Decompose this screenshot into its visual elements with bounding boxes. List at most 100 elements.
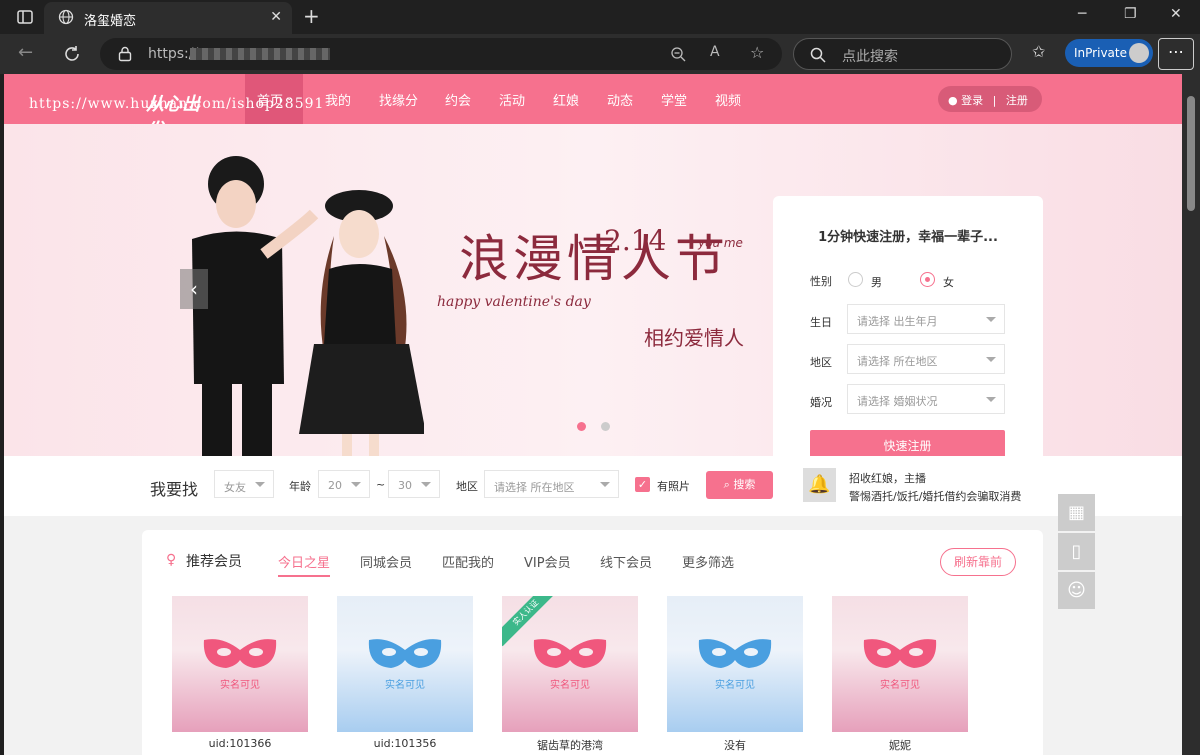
search-button[interactable]: ⌕ 搜索 xyxy=(706,471,773,499)
photo-label: 有照片 xyxy=(657,480,690,493)
recommend-title: 推荐会员 xyxy=(186,554,242,570)
age-max-value: 30 xyxy=(398,479,412,492)
carousel-prev-button[interactable]: ‹ xyxy=(180,269,208,309)
mask-label: 实名可见 xyxy=(880,680,920,691)
member-name[interactable]: uid:101356 xyxy=(337,737,473,750)
browser-search-box[interactable]: 点此搜索 xyxy=(793,38,1012,70)
mask-icon xyxy=(533,639,607,668)
customer-service-icon[interactable]: ☺ xyxy=(1058,572,1095,609)
area-label: 地区 xyxy=(810,356,832,369)
carousel-dot[interactable] xyxy=(601,422,610,431)
mask-icon xyxy=(368,639,442,668)
member-card[interactable]: 实人认证 实名可见 xyxy=(502,596,638,732)
banner-subtitle: 相约爱情人 xyxy=(644,326,744,350)
tab-vip[interactable]: VIP会员 xyxy=(524,552,571,571)
search-area-select[interactable]: 请选择 所在地区 xyxy=(484,470,619,498)
search-icon xyxy=(810,47,826,63)
mask-label: 实名可见 xyxy=(715,680,755,691)
nav-item-mine[interactable]: 我的 xyxy=(325,90,351,109)
tab-title: 洛玺婚恋 xyxy=(84,14,137,29)
nav-item-school[interactable]: 学堂 xyxy=(661,90,687,109)
scrollbar-thumb[interactable] xyxy=(1187,96,1195,211)
address-bar[interactable]: https://ww A ☆ xyxy=(100,38,782,70)
nav-item-home[interactable]: 首页 xyxy=(257,90,283,109)
notice-warning[interactable]: 警惕酒托/饭托/婚托借约会骗取消费 xyxy=(849,488,1021,504)
chevron-down-icon xyxy=(986,397,996,402)
tab-today-star[interactable]: 今日之星 xyxy=(278,552,331,577)
age-separator: ~ xyxy=(376,478,386,491)
member-name[interactable]: 妮妮 xyxy=(832,737,968,753)
login-link[interactable]: 登录 xyxy=(961,94,983,107)
age-min-select[interactable]: 20 xyxy=(318,470,370,498)
area-select[interactable]: 请选择 所在地区 xyxy=(847,344,1005,374)
zoom-icon[interactable] xyxy=(670,46,686,62)
lock-icon xyxy=(118,46,132,62)
mobile-icon[interactable]: ▯ xyxy=(1058,533,1095,570)
favorite-star-icon[interactable]: ☆ xyxy=(750,43,764,62)
favorites-icon[interactable]: ✩ xyxy=(1032,42,1045,61)
avatar xyxy=(1129,43,1149,63)
notice-recruit[interactable]: 招收红娘，主播 xyxy=(849,470,926,486)
tab-offline[interactable]: 线下会员 xyxy=(600,552,652,571)
login-register-pill: ● 登录 | 注册 xyxy=(938,86,1042,112)
back-icon[interactable]: ← xyxy=(18,42,33,63)
member-card[interactable]: 实名可见 xyxy=(172,596,308,732)
nav-item-find[interactable]: 找缘分 xyxy=(379,90,418,109)
qr-code-icon[interactable]: ▦ xyxy=(1058,494,1095,531)
age-max-select[interactable]: 30 xyxy=(388,470,440,498)
member-name[interactable]: 没有 xyxy=(667,737,803,753)
refresh-icon[interactable] xyxy=(62,44,82,64)
area-placeholder: 请选择 所在地区 xyxy=(857,355,938,368)
tab-same-city[interactable]: 同城会员 xyxy=(360,552,412,571)
restore-icon[interactable]: ❐ xyxy=(1124,6,1137,22)
birthday-select[interactable]: 请选择 出生年月 xyxy=(847,304,1005,334)
minimize-icon[interactable]: ─ xyxy=(1078,6,1086,22)
radio-female[interactable] xyxy=(920,272,935,287)
read-aloud-icon[interactable]: A xyxy=(710,44,720,60)
photo-checkbox[interactable]: ✓ xyxy=(635,477,650,492)
nav-item-activity[interactable]: 活动 xyxy=(499,90,525,109)
register-link[interactable]: 注册 xyxy=(1006,94,1028,107)
chevron-down-icon: ⌄ xyxy=(285,92,294,103)
refresh-button[interactable]: 刷新靠前 xyxy=(940,548,1016,576)
mask-icon xyxy=(698,639,772,668)
chevron-down-icon xyxy=(600,482,610,487)
tab-actions-icon[interactable] xyxy=(16,8,34,26)
nav-item-date[interactable]: 约会 xyxy=(445,90,471,109)
tab-match-me[interactable]: 匹配我的 xyxy=(442,552,494,571)
nav-item-video[interactable]: 视频 xyxy=(715,90,741,109)
nav-item-moments[interactable]: 动态 xyxy=(607,90,633,109)
member-name[interactable]: uid:101366 xyxy=(172,737,308,750)
wechat-icon: ● xyxy=(948,94,958,107)
more-menu-icon[interactable]: ⋯ xyxy=(1158,38,1194,70)
radio-male[interactable] xyxy=(848,272,863,287)
globe-icon xyxy=(58,9,74,25)
member-card[interactable]: 实名可见 xyxy=(667,596,803,732)
member-name[interactable]: 锯齿草的港湾 xyxy=(502,737,638,753)
carousel-dot-active[interactable] xyxy=(577,422,586,431)
browser-tab[interactable]: 洛玺婚恋 ✕ xyxy=(44,2,292,34)
search-title: 我要找 xyxy=(150,480,199,499)
marital-select[interactable]: 请选择 婚姻状况 xyxy=(847,384,1005,414)
member-card[interactable]: 实名可见 xyxy=(832,596,968,732)
nav-item-matchmaker[interactable]: 红娘 xyxy=(553,90,579,109)
member-card[interactable]: 实名可见 xyxy=(337,596,473,732)
mask-label: 实名可见 xyxy=(550,680,590,691)
url-blur xyxy=(190,48,330,60)
close-tab-icon[interactable]: ✕ xyxy=(270,9,282,25)
target-select[interactable]: 女友 xyxy=(214,470,274,498)
new-tab-icon[interactable]: + xyxy=(303,4,320,28)
page-viewport: 从心出发 https://www.huzhan.com/ishop28591 首… xyxy=(4,74,1182,755)
window-close-icon[interactable]: ✕ xyxy=(1170,6,1182,22)
scrollbar[interactable] xyxy=(1182,74,1200,755)
banner-title: 浪漫情人节 xyxy=(459,230,729,288)
chevron-down-icon xyxy=(421,482,431,487)
tab-more-filter[interactable]: 更多筛选 xyxy=(682,552,734,571)
inprivate-badge[interactable]: InPrivate xyxy=(1065,39,1153,67)
mask-label: 实名可见 xyxy=(385,680,425,691)
birthday-placeholder: 请选择 出生年月 xyxy=(857,315,938,328)
female-label: 女 xyxy=(943,276,954,289)
age-min-value: 20 xyxy=(328,479,342,492)
banner-youme: you me xyxy=(698,236,743,250)
banner-carousel[interactable]: ‹ 浪漫情人节 2.14 相约爱情人 happy valentine's day… xyxy=(4,124,1182,484)
